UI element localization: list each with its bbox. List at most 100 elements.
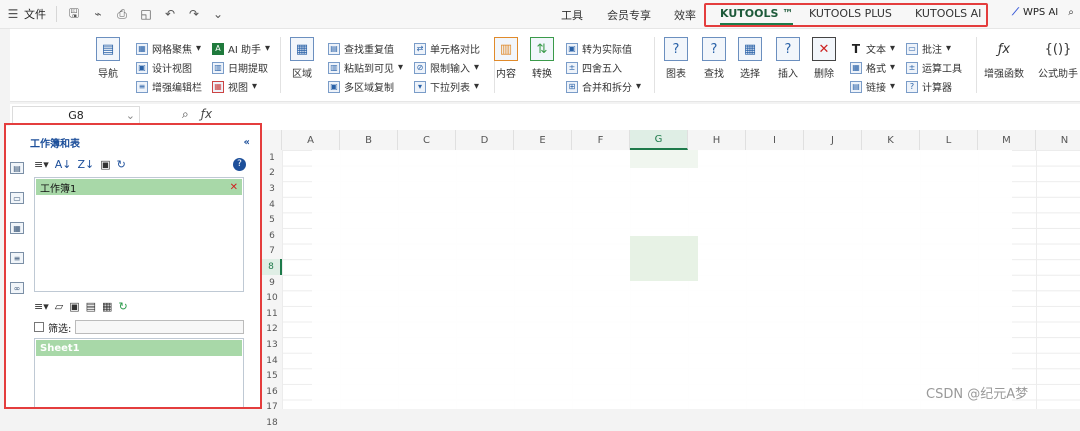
- row-header-cell[interactable]: 6: [262, 228, 282, 244]
- row-header-cell[interactable]: 10: [262, 290, 282, 306]
- save-icon[interactable]: 🖫: [67, 6, 81, 21]
- chart-button[interactable]: ? 图表: [664, 37, 688, 80]
- insert-button[interactable]: ? 插入: [776, 37, 800, 80]
- duplicate-icon: ▤: [328, 42, 340, 55]
- convert-label: 转换: [532, 69, 552, 80]
- print-icon[interactable]: ⎙: [115, 7, 129, 21]
- spreadsheet-grid[interactable]: ABCDEFGHIJKLMN 1 2 3 4 5 6 7 8 9 10 11 12 13 14 15 16 17…: [262, 126, 1080, 428]
- row-header-cell[interactable]: 4: [262, 197, 282, 213]
- tab-member[interactable]: 会员专享: [607, 7, 651, 23]
- column-header-cell[interactable]: L: [920, 130, 978, 150]
- region-button[interactable]: ▦ 区域: [290, 37, 314, 80]
- row-header-cell[interactable]: 12: [262, 322, 282, 338]
- tab-tools[interactable]: 工具: [561, 7, 583, 23]
- row-header-cell[interactable]: 15: [262, 368, 282, 384]
- row-header-cell[interactable]: 1: [262, 150, 282, 166]
- comment-button[interactable]: ▭ 批注 ▾: [906, 41, 951, 56]
- navigate-button[interactable]: ▤ 导航: [96, 37, 120, 80]
- row-header-cell[interactable]: 18: [262, 415, 282, 431]
- enhanced-edit-bar-button[interactable]: ≡ 增强编辑栏: [136, 79, 202, 94]
- divider: [976, 37, 977, 93]
- enhanced-functions-button[interactable]: ƒx 增强函数: [984, 37, 1024, 81]
- content-button[interactable]: ▥ 内容: [494, 37, 518, 80]
- calc-tools-button[interactable]: ± 运算工具: [906, 60, 962, 75]
- text-label: 文本: [866, 45, 886, 56]
- view-label: 视图: [228, 83, 248, 94]
- row-header-cell[interactable]: 9: [262, 275, 282, 291]
- undo-icon[interactable]: ↶: [163, 7, 177, 21]
- ai-assistant-button[interactable]: A AI 助手 ▾: [212, 41, 270, 56]
- round-button[interactable]: ± 四舍五入: [566, 60, 622, 75]
- chevron-down-icon[interactable]: ⌄: [126, 109, 135, 122]
- column-header-cell[interactable]: B: [340, 130, 398, 150]
- date-extract-button[interactable]: ▥ 日期提取: [212, 60, 268, 75]
- chevron-down-icon[interactable]: ⌄: [211, 7, 225, 21]
- column-header-cell[interactable]: D: [456, 130, 514, 150]
- column-header-cell[interactable]: J: [804, 130, 862, 150]
- merge-split-button[interactable]: ⊞ 合并和拆分 ▾: [566, 79, 641, 94]
- text-button[interactable]: T 文本 ▾: [850, 41, 896, 57]
- row-header-cell[interactable]: 16: [262, 384, 282, 400]
- content-label: 内容: [496, 69, 516, 80]
- find-button[interactable]: ? 查找: [702, 37, 726, 80]
- cell-ref: G8: [68, 109, 84, 122]
- select-all-corner[interactable]: [262, 130, 282, 150]
- redo-icon[interactable]: ↷: [187, 7, 201, 21]
- compare-icon: ⇄: [414, 42, 426, 55]
- enhanced-edit-bar-label: 增强编辑栏: [152, 83, 202, 94]
- row-header-cell[interactable]: 5: [262, 212, 282, 228]
- column-header-cell[interactable]: N: [1036, 130, 1080, 150]
- row-header-cell[interactable]: 2: [262, 166, 282, 182]
- row-header-cell[interactable]: 8: [262, 259, 282, 275]
- file-menu-button[interactable]: ☰ 文件: [6, 6, 46, 22]
- restrict-input-label: 限制输入: [430, 64, 470, 75]
- convert-button[interactable]: ⇅ 转换: [530, 37, 554, 80]
- chevron-down-icon: ▾: [946, 43, 952, 54]
- brush-icon[interactable]: ⌁: [91, 7, 105, 21]
- column-header-cell[interactable]: I: [746, 130, 804, 150]
- dropdown-list-button[interactable]: ▾ 下拉列表 ▾: [414, 79, 479, 94]
- to-actual-button[interactable]: ▣ 转为实际值: [566, 41, 632, 56]
- column-header-cell[interactable]: M: [978, 130, 1036, 150]
- ai-icon: A: [212, 42, 224, 55]
- design-icon: ▣: [136, 61, 148, 74]
- cell-compare-button[interactable]: ⇄ 单元格对比: [414, 41, 480, 56]
- view-button[interactable]: ▦ 视图 ▾: [212, 79, 257, 94]
- merge-icon: ⊞: [566, 80, 578, 93]
- column-header-cell[interactable]: A: [282, 130, 340, 150]
- column-header-cell[interactable]: C: [398, 130, 456, 150]
- search-icon[interactable]: ⌕: [1068, 7, 1074, 18]
- row-header-cell[interactable]: 7: [262, 244, 282, 260]
- tab-efficiency[interactable]: 效率: [674, 7, 696, 23]
- find-duplicates-button[interactable]: ▤ 查找重复值: [328, 41, 394, 56]
- wps-ai-button[interactable]: ⟋ WPS AI ⌕: [1012, 7, 1074, 18]
- format-button[interactable]: ▦ 格式 ▾: [850, 60, 895, 75]
- column-header-cell[interactable]: F: [572, 130, 630, 150]
- active-cell[interactable]: [630, 236, 698, 281]
- row-header-cell[interactable]: 13: [262, 337, 282, 353]
- fx-icon[interactable]: ƒx: [201, 107, 212, 122]
- paste-visible-button[interactable]: ▥ 粘贴到可见 ▾: [328, 60, 403, 75]
- column-header-cell[interactable]: E: [514, 130, 572, 150]
- column-header-cell[interactable]: G: [630, 130, 688, 150]
- row-header-cell[interactable]: 17: [262, 400, 282, 416]
- restrict-input-button[interactable]: ⊘ 限制输入 ▾: [414, 60, 479, 75]
- grid-focus-button[interactable]: ▦ 网格聚焦 ▾: [136, 41, 201, 56]
- design-view-button[interactable]: ▣ 设计视图: [136, 60, 192, 75]
- dropdown-icon: ▾: [414, 80, 426, 93]
- row-header-cell[interactable]: 3: [262, 181, 282, 197]
- print-preview-icon[interactable]: ◱: [139, 7, 153, 21]
- column-header-cell[interactable]: H: [688, 130, 746, 150]
- zoom-icon[interactable]: ⌕: [182, 107, 189, 122]
- chevron-down-icon: ▾: [890, 43, 896, 54]
- select-button[interactable]: ▦ 选择: [738, 37, 762, 80]
- row-header-cell[interactable]: 14: [262, 353, 282, 369]
- link-button[interactable]: ▤ 链接 ▾: [850, 79, 895, 94]
- delete-button[interactable]: ✕ 删除: [812, 37, 836, 80]
- row-header-cell[interactable]: 11: [262, 306, 282, 322]
- multi-region-copy-button[interactable]: ▣ 多区域复制: [328, 79, 394, 94]
- calculator-button[interactable]: ? 计算器: [906, 79, 952, 94]
- formula-helper-button[interactable]: {()} 公式助手: [1038, 37, 1078, 81]
- column-header-cell[interactable]: K: [862, 130, 920, 150]
- ai-assistant-label: AI 助手: [228, 45, 261, 56]
